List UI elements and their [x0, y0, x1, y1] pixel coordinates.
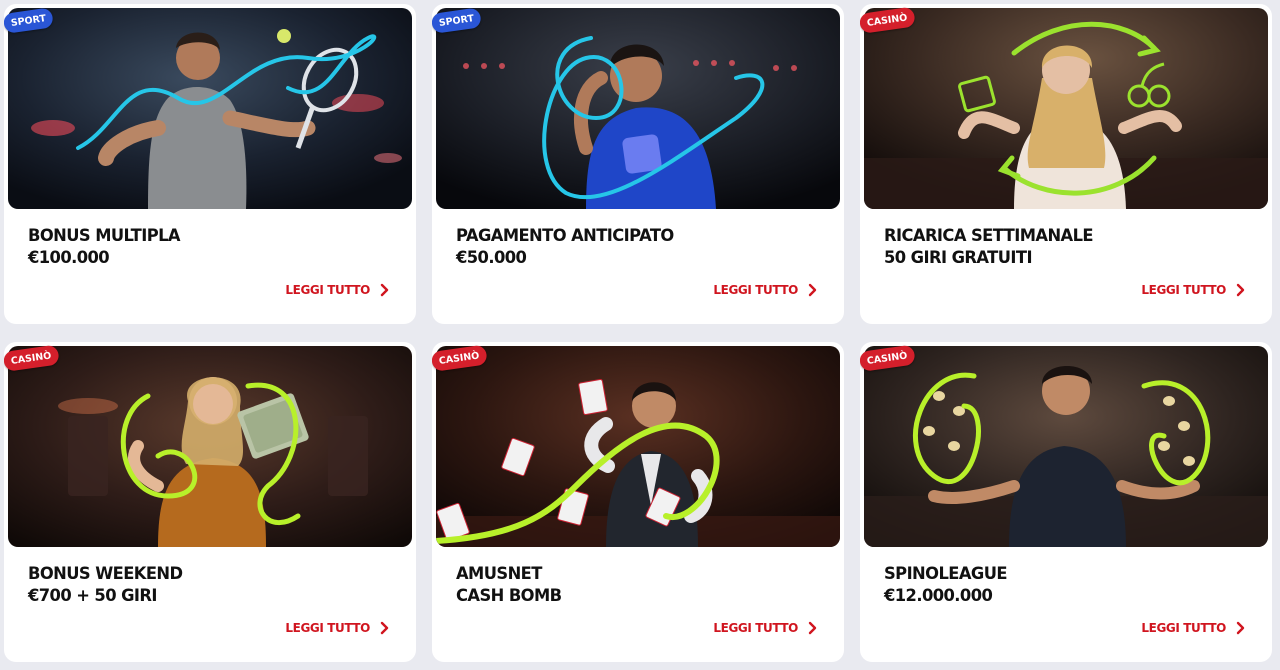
promo-card-bonus-multipla[interactable]: SPORT BONUS MULTIPLA €100.000 LEGGI TUTT… — [4, 4, 416, 324]
chevron-right-icon — [380, 283, 389, 297]
chevron-right-icon — [1236, 621, 1245, 635]
promo-title: BONUS MULTIPLA €100.000 — [28, 225, 374, 269]
read-more-link[interactable]: LEGGI TUTTO — [285, 618, 392, 638]
badge-label: CASINÒ — [866, 11, 909, 29]
promo-title-line1: PAGAMENTO ANTICIPATO — [456, 226, 674, 246]
man-with-coins-illustration — [864, 346, 1268, 547]
promo-title-line1: RICARICA SETTIMANALE — [884, 226, 1094, 246]
promo-title-line2: CASH BOMB — [456, 586, 562, 606]
read-more-link[interactable]: LEGGI TUTTO — [1141, 280, 1248, 300]
promo-card-pagamento-anticipato[interactable]: SPORT PAGAMENTO ANTICIPATO €50.000 LEGGI… — [432, 4, 844, 324]
promo-title-line2: €700 + 50 GIRI — [28, 586, 157, 606]
chevron-right-icon — [1236, 283, 1245, 297]
promo-title: SPINOLEAGUE €12.000.000 — [884, 563, 1230, 607]
promo-title-line2: 50 GIRI GRATUITI — [884, 248, 1033, 268]
woman-with-cash-illustration — [8, 346, 412, 547]
promo-title-line1: AMUSNET — [456, 564, 542, 584]
promo-card-bonus-weekend[interactable]: CASINÒ BONUS WEEKEND €700 + 50 GIRI LEGG… — [4, 342, 416, 662]
chevron-right-icon — [808, 621, 817, 635]
promo-image-tennis-player[interactable] — [8, 8, 412, 209]
promo-image-casino-woman[interactable] — [864, 8, 1268, 209]
card-dealer-illustration — [436, 346, 840, 547]
read-more-label: LEGGI TUTTO — [1141, 283, 1226, 297]
promo-title: PAGAMENTO ANTICIPATO €50.000 — [456, 225, 802, 269]
badge-label: SPORT — [10, 12, 47, 29]
promo-title-line1: BONUS MULTIPLA — [28, 226, 181, 246]
read-more-link[interactable]: LEGGI TUTTO — [713, 618, 820, 638]
promo-image-woman-with-cash[interactable] — [8, 346, 412, 547]
chevron-right-icon — [380, 621, 389, 635]
read-more-link[interactable]: LEGGI TUTTO — [713, 280, 820, 300]
read-more-label: LEGGI TUTTO — [285, 621, 370, 635]
badge-label: CASINÒ — [866, 349, 909, 367]
read-more-link[interactable]: LEGGI TUTTO — [285, 280, 392, 300]
promo-title-line2: €100.000 — [28, 248, 110, 268]
badge-label: CASINÒ — [438, 349, 481, 367]
promo-image-card-dealer[interactable] — [436, 346, 840, 547]
read-more-label: LEGGI TUTTO — [713, 283, 798, 297]
promo-title: RICARICA SETTIMANALE 50 GIRI GRATUITI — [884, 225, 1230, 269]
badge-label: SPORT — [438, 12, 475, 29]
promo-card-spinoleague[interactable]: CASINÒ SPINOLEAGUE €12.000.000 LEGGI TUT… — [860, 342, 1272, 662]
chevron-right-icon — [808, 283, 817, 297]
promo-image-football-player[interactable] — [436, 8, 840, 209]
read-more-label: LEGGI TUTTO — [285, 283, 370, 297]
promo-title-line1: BONUS WEEKEND — [28, 564, 183, 584]
football-player-illustration — [436, 8, 840, 209]
promo-image-man-with-coins[interactable] — [864, 346, 1268, 547]
promo-card-ricarica-settimanale[interactable]: CASINÒ RICARICA SETTIMANALE 50 GIRI GRAT… — [860, 4, 1272, 324]
promo-title: BONUS WEEKEND €700 + 50 GIRI — [28, 563, 374, 607]
promo-title-line2: €50.000 — [456, 248, 527, 268]
badge-label: CASINÒ — [10, 349, 53, 367]
read-more-label: LEGGI TUTTO — [713, 621, 798, 635]
promo-title: AMUSNET CASH BOMB — [456, 563, 802, 607]
tennis-player-illustration — [8, 8, 412, 209]
read-more-link[interactable]: LEGGI TUTTO — [1141, 618, 1248, 638]
promo-title-line1: SPINOLEAGUE — [884, 564, 1008, 584]
read-more-label: LEGGI TUTTO — [1141, 621, 1226, 635]
casino-woman-illustration — [864, 8, 1268, 209]
promo-card-amusnet-cash-bomb[interactable]: CASINÒ AMUSNET CASH BOMB LEGGI TUTTO — [432, 342, 844, 662]
promo-title-line2: €12.000.000 — [884, 586, 993, 606]
